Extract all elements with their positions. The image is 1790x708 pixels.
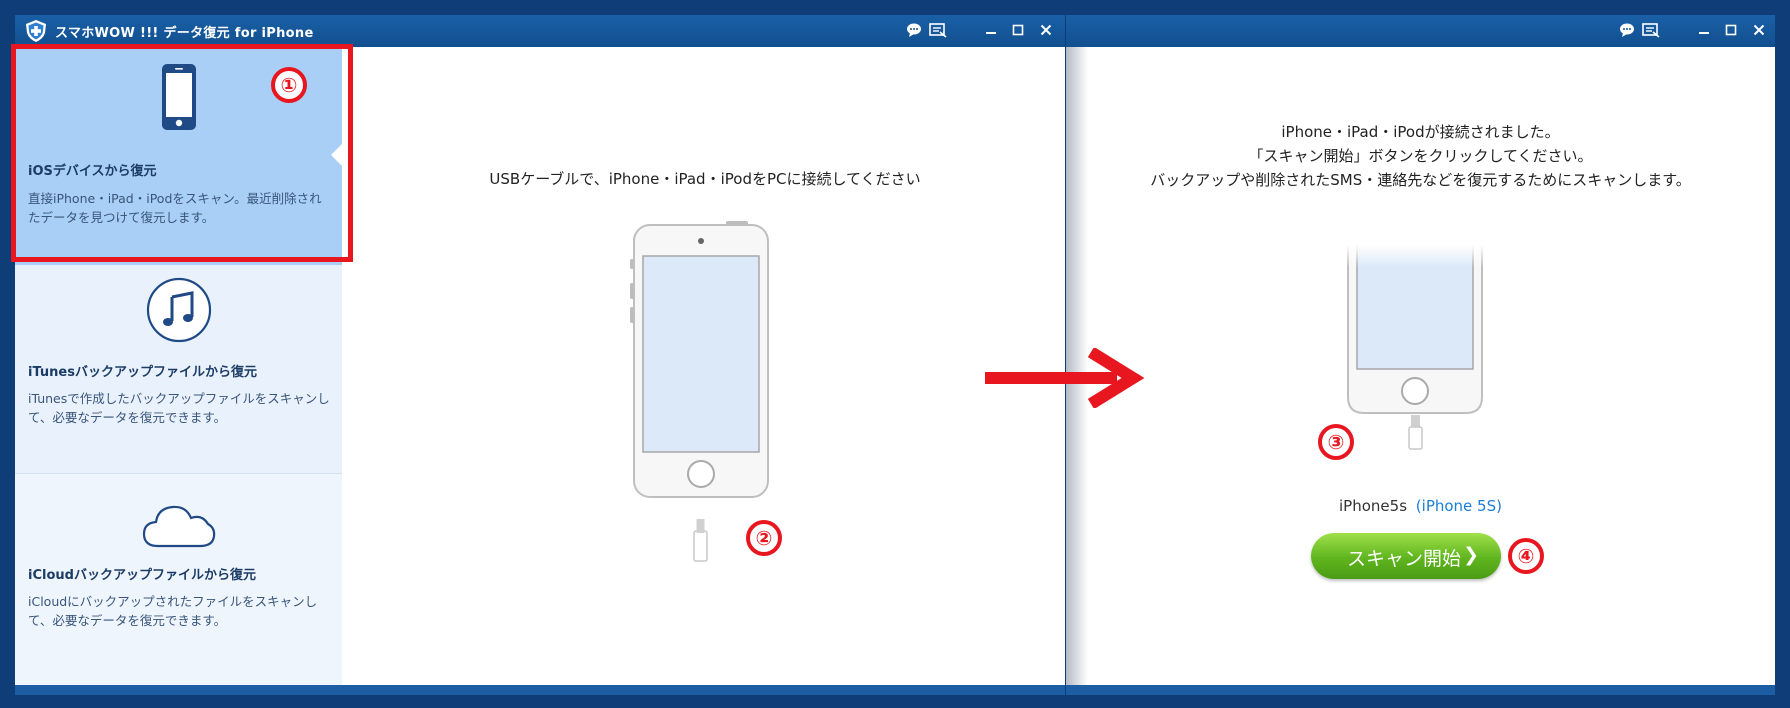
scan-start-label: スキャン開始	[1347, 548, 1462, 570]
scan-start-button[interactable]: スキャン開始 ❯	[1311, 533, 1501, 579]
connected-window: iPhone・iPad・iPodが接続されました。 「スキャン開始」ボタンをクリ…	[1066, 15, 1775, 695]
window-title: スマホWOW !!! データ復元 for iPhone	[55, 26, 314, 41]
close-icon[interactable]	[1748, 19, 1770, 41]
close-icon[interactable]	[1035, 19, 1057, 41]
recovery-mode-sidebar: iOSデバイスから復元 直接iPhone・iPad・iPodをスキャン。最近削除…	[15, 47, 342, 687]
step-badge: ①	[271, 67, 307, 103]
title-bar[interactable]	[1066, 15, 1775, 47]
maximize-icon[interactable]	[1720, 19, 1742, 41]
sidebar-item-icloud-backup[interactable]: iCloudバックアップファイルから復元 iCloudにバックアップされたファイ…	[15, 474, 342, 687]
step-badge: ④	[1508, 538, 1544, 574]
connect-instruction: USBケーブルで、iPhone・iPad・iPodをPCに接続してください	[489, 170, 921, 188]
device-name: iPhone5s	[1339, 497, 1408, 515]
connected-message-line: バックアップや削除されたSMS・連絡先などを復元するためにスキャンします。	[1150, 171, 1691, 189]
connected-iphone-illustration	[1346, 244, 1496, 469]
sidebar-item-itunes-backup[interactable]: iTunesバックアップファイルから復元 iTunesで作成したバックアップファ…	[15, 265, 342, 474]
status-bar	[1066, 685, 1775, 695]
connected-message-line: 「スキャン開始」ボタンをクリックしてください。	[1248, 147, 1593, 165]
selection-indicator	[331, 144, 342, 166]
minimize-icon[interactable]	[1693, 19, 1715, 41]
step-badge: ③	[1318, 424, 1354, 460]
arrow-right-icon	[985, 348, 1145, 408]
sidebar-item-title: iOSデバイスから復元	[28, 164, 157, 179]
step-badge: ②	[746, 520, 782, 556]
music-note-icon	[15, 277, 342, 347]
connected-message-line: iPhone・iPad・iPodが接続されました。	[1281, 123, 1560, 141]
sidebar-item-title: iTunesバックアップファイルから復元	[28, 365, 257, 380]
device-info: iPhone5s (iPhone 5S)	[1066, 497, 1775, 515]
sidebar-item-desc: iCloudにバックアップされたファイルをスキャンして、必要なデータを復元できま…	[28, 594, 318, 628]
feedback-icon[interactable]	[1616, 19, 1638, 41]
status-bar	[15, 685, 1065, 695]
chevron-right-icon: ❯	[1463, 544, 1479, 566]
minimize-icon[interactable]	[980, 19, 1002, 41]
sidebar-item-desc: 直接iPhone・iPad・iPodをスキャン。最近削除されたデータを見つけて復…	[28, 191, 322, 225]
title-bar[interactable]: スマホWOW !!! データ復元 for iPhone	[15, 15, 1065, 47]
maximize-icon[interactable]	[1007, 19, 1029, 41]
register-icon[interactable]	[1640, 19, 1662, 41]
main-window: スマホWOW !!! データ復元 for iPhone iOSデバイスから復元 …	[15, 15, 1065, 695]
app-logo-icon	[26, 20, 46, 42]
cloud-icon	[15, 500, 342, 554]
sidebar-item-desc: iTunesで作成したバックアップファイルをスキャンして、必要なデータを復元でき…	[28, 391, 330, 425]
sidebar-item-title: iCloudバックアップファイルから復元	[28, 568, 256, 583]
feedback-icon[interactable]	[903, 19, 925, 41]
connected-message: iPhone・iPad・iPodが接続されました。 「スキャン開始」ボタンをクリ…	[1066, 120, 1775, 192]
device-model: (iPhone 5S)	[1415, 497, 1502, 515]
register-icon[interactable]	[927, 19, 949, 41]
